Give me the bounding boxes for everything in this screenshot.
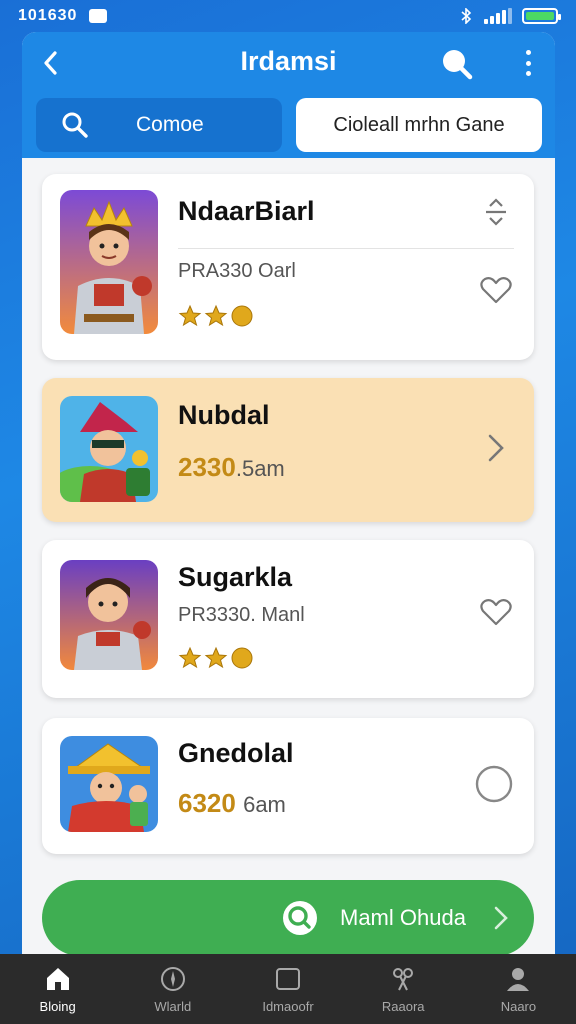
- game-card[interactable]: Sugarkla PR3330. Manl: [42, 540, 534, 698]
- status-time: 101630: [18, 7, 78, 24]
- heart-icon[interactable]: [478, 594, 514, 630]
- game-card[interactable]: NdaarBiarl PRA330 Oarl: [42, 174, 534, 360]
- cta-button[interactable]: Maml Ohuda: [42, 880, 534, 956]
- chevron-right-icon[interactable]: [478, 430, 514, 466]
- game-subtitle: PRA330 Oarl: [178, 260, 296, 282]
- circle-icon[interactable]: [474, 764, 514, 804]
- status-bar: 101630: [0, 0, 576, 32]
- game-value-number: 2330: [178, 452, 236, 482]
- message-icon: [89, 9, 108, 23]
- game-name: Nubdal: [178, 400, 270, 430]
- game-value: 2330.5am: [178, 452, 285, 483]
- tab-comoe[interactable]: Comoe: [36, 98, 282, 152]
- compass-icon: [160, 966, 185, 991]
- star-icon: [230, 304, 254, 328]
- sort-icon[interactable]: [478, 194, 514, 230]
- square-icon: [276, 967, 300, 990]
- rating-stars: [178, 646, 254, 670]
- star-icon: [204, 646, 228, 670]
- game-value-number: 6320: [178, 788, 236, 818]
- chevron-right-icon: [494, 906, 508, 930]
- battery-icon: [522, 8, 561, 24]
- divider: [178, 248, 514, 249]
- game-card[interactable]: Gnedolal 6320 6am: [42, 718, 534, 854]
- tab-cioleall[interactable]: Cioleall mrhn Gane: [296, 98, 542, 152]
- nav-label: Raaora: [381, 998, 425, 1014]
- more-menu-icon[interactable]: [518, 48, 538, 78]
- nav-label: Naaro: [500, 998, 537, 1014]
- app-frame: Irdamsi Comoe Cioleall mrhn Gane NdaarBi…: [22, 32, 555, 992]
- game-thumbnail: [60, 190, 158, 334]
- scissors-icon: [393, 967, 414, 990]
- game-thumbnail: [60, 736, 158, 832]
- user-icon: [507, 967, 530, 991]
- game-name: NdaarBiarl: [178, 196, 315, 226]
- search-icon: [283, 901, 317, 935]
- nav-item-naaro[interactable]: Naaro: [461, 954, 576, 1024]
- rating-stars: [178, 304, 254, 328]
- nav-item-idmaoofr[interactable]: Idmaoofr: [230, 954, 345, 1024]
- bluetooth-icon: [461, 8, 472, 24]
- game-value-unit: .5am: [235, 456, 285, 481]
- game-name: Gnedolal: [178, 738, 294, 768]
- tab-label: Cioleall mrhn Gane: [333, 113, 505, 136]
- home-icon: [46, 967, 69, 990]
- nav-item-bloing[interactable]: Bloing: [0, 954, 115, 1024]
- status-icons: [458, 8, 561, 24]
- search-icon[interactable]: [438, 45, 474, 81]
- star-icon: [178, 304, 202, 328]
- cta-label: Maml Ohuda: [340, 905, 466, 930]
- game-card[interactable]: Nubdal 2330.5am: [42, 378, 534, 522]
- app-header: Irdamsi Comoe Cioleall mrhn Gane: [22, 32, 555, 158]
- game-value-unit: 6am: [243, 792, 286, 817]
- nav-label: Idmaoofr: [262, 998, 314, 1014]
- tab-label: Comoe: [136, 113, 204, 136]
- nav-item-wlarld[interactable]: Wlarld: [115, 954, 230, 1024]
- nav-label: Bloing: [39, 998, 76, 1014]
- nav-item-raaora[interactable]: Raaora: [346, 954, 461, 1024]
- game-thumbnail: [60, 396, 158, 502]
- page-title: Irdamsi: [240, 46, 337, 76]
- game-name: Sugarkla: [178, 562, 293, 592]
- bottom-nav: Bloing Wlarld Idmaoofr Raaora Naaro: [0, 954, 576, 1024]
- star-icon: [204, 304, 228, 328]
- signal-icon: [484, 8, 512, 24]
- star-icon: [230, 646, 254, 670]
- game-value: 6320 6am: [178, 788, 286, 819]
- nav-label: Wlarld: [154, 998, 192, 1014]
- heart-icon[interactable]: [478, 272, 514, 308]
- search-icon: [62, 112, 88, 138]
- star-icon: [178, 646, 202, 670]
- game-subtitle: PR3330. Manl: [178, 604, 305, 626]
- game-thumbnail: [60, 560, 158, 670]
